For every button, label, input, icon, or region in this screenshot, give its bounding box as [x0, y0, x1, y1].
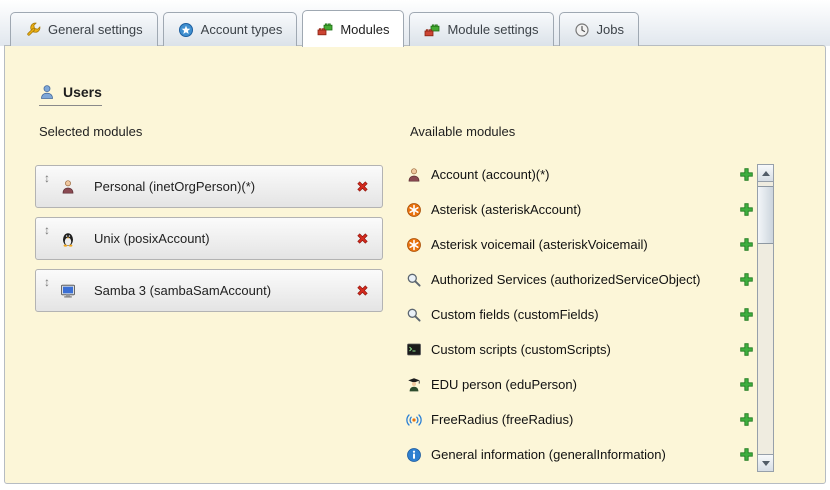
selected-module-row-personal[interactable]: ↕ Personal (inetOrgPerson)(*) [35, 165, 383, 208]
samba-monitor-icon [60, 283, 76, 299]
add-module-button[interactable] [739, 447, 754, 462]
available-module-row-asterisk: Asterisk (asteriskAccount) [406, 192, 754, 227]
remove-module-button[interactable] [355, 179, 370, 194]
available-module-label: Asterisk (asteriskAccount) [431, 202, 730, 217]
available-module-label: General information (generalInformation) [431, 447, 730, 462]
add-module-button[interactable] [739, 167, 754, 182]
available-module-label: EDU person (eduPerson) [431, 377, 730, 392]
available-modules-column: Available modules Account (account)(*) A… [406, 124, 754, 472]
tab-label: Account types [201, 22, 283, 37]
scrollbar-thumb[interactable] [758, 186, 773, 244]
tab-label: Jobs [597, 22, 624, 37]
available-modules-scrollbar[interactable] [757, 164, 774, 472]
scroll-up-icon [762, 171, 770, 176]
tab-modules[interactable]: Modules [302, 10, 404, 47]
available-module-row-custom-fields: Custom fields (customFields) [406, 297, 754, 332]
add-module-button[interactable] [739, 342, 754, 357]
freeradius-icon [406, 412, 422, 428]
drag-handle-icon[interactable]: ↕ [44, 276, 50, 288]
available-module-row-asterisk-voicemail: Asterisk voicemail (asteriskVoicemail) [406, 227, 754, 262]
modules-icon [317, 21, 333, 37]
available-module-label: Asterisk voicemail (asteriskVoicemail) [431, 237, 730, 252]
scroll-up-button[interactable] [758, 165, 773, 182]
scroll-down-icon [762, 461, 770, 466]
selected-module-row-unix[interactable]: ↕ Unix (posixAccount) [35, 217, 383, 260]
available-module-label: Custom fields (customFields) [431, 307, 730, 322]
available-module-row-custom-scripts: Custom scripts (customScripts) [406, 332, 754, 367]
add-module-button[interactable] [739, 272, 754, 287]
account-icon [406, 167, 422, 183]
selected-module-label: Personal (inetOrgPerson)(*) [94, 179, 345, 194]
available-module-label: Authorized Services (authorizedServiceOb… [431, 272, 730, 287]
drag-handle-icon[interactable]: ↕ [44, 172, 50, 184]
tab-label: Module settings [447, 22, 538, 37]
magnifier-icon [406, 272, 422, 288]
tab-general-settings[interactable]: General settings [10, 12, 158, 46]
jobs-icon [574, 22, 590, 38]
tux-penguin-icon [60, 231, 76, 247]
account-types-icon [178, 22, 194, 38]
terminal-icon [406, 342, 422, 358]
available-module-row-general-information: General information (generalInformation) [406, 437, 754, 472]
selected-module-label: Samba 3 (sambaSamAccount) [94, 283, 345, 298]
wrench-icon [25, 22, 41, 38]
selected-module-row-samba[interactable]: ↕ Samba 3 (sambaSamAccount) [35, 269, 383, 312]
tab-jobs[interactable]: Jobs [559, 12, 639, 46]
asterisk-icon [406, 237, 422, 253]
remove-module-button[interactable] [355, 231, 370, 246]
tab-account-types[interactable]: Account types [163, 12, 298, 46]
selected-module-label: Unix (posixAccount) [94, 231, 345, 246]
users-icon [39, 84, 55, 100]
tab-label: Modules [340, 22, 389, 37]
add-module-button[interactable] [739, 202, 754, 217]
available-module-label: Account (account)(*) [431, 167, 730, 182]
magnifier-icon [406, 307, 422, 323]
remove-module-button[interactable] [355, 283, 370, 298]
add-module-button[interactable] [739, 377, 754, 392]
users-section-title: Users [39, 84, 102, 106]
add-module-button[interactable] [739, 307, 754, 322]
drag-handle-icon[interactable]: ↕ [44, 224, 50, 236]
available-module-row-freeradius: FreeRadius (freeRadius) [406, 402, 754, 437]
scrollbar-track[interactable] [758, 182, 773, 454]
selected-modules-heading: Selected modules [39, 124, 383, 139]
available-module-row-account: Account (account)(*) [406, 157, 754, 192]
selected-modules-column: Selected modules ↕ Personal (inetOrgPers… [35, 124, 383, 321]
scroll-down-button[interactable] [758, 454, 773, 471]
available-module-label: FreeRadius (freeRadius) [431, 412, 730, 427]
available-modules-heading: Available modules [410, 124, 754, 139]
tab-bar: General settings Account types Modules M… [10, 9, 639, 46]
section-title-text: Users [63, 84, 102, 100]
edu-person-icon [406, 377, 422, 393]
available-module-row-authorized-services: Authorized Services (authorizedServiceOb… [406, 262, 754, 297]
available-module-label: Custom scripts (customScripts) [431, 342, 730, 357]
person-icon [60, 179, 76, 195]
content-panel: Users Selected modules ↕ Personal (inetO… [4, 45, 826, 484]
tab-module-settings[interactable]: Module settings [409, 12, 553, 46]
lam-configuration-window: General settings Account types Modules M… [0, 0, 830, 490]
available-module-row-edu-person: EDU person (eduPerson) [406, 367, 754, 402]
tab-label: General settings [48, 22, 143, 37]
add-module-button[interactable] [739, 237, 754, 252]
add-module-button[interactable] [739, 412, 754, 427]
asterisk-icon [406, 202, 422, 218]
info-icon [406, 447, 422, 463]
module-settings-icon [424, 22, 440, 38]
